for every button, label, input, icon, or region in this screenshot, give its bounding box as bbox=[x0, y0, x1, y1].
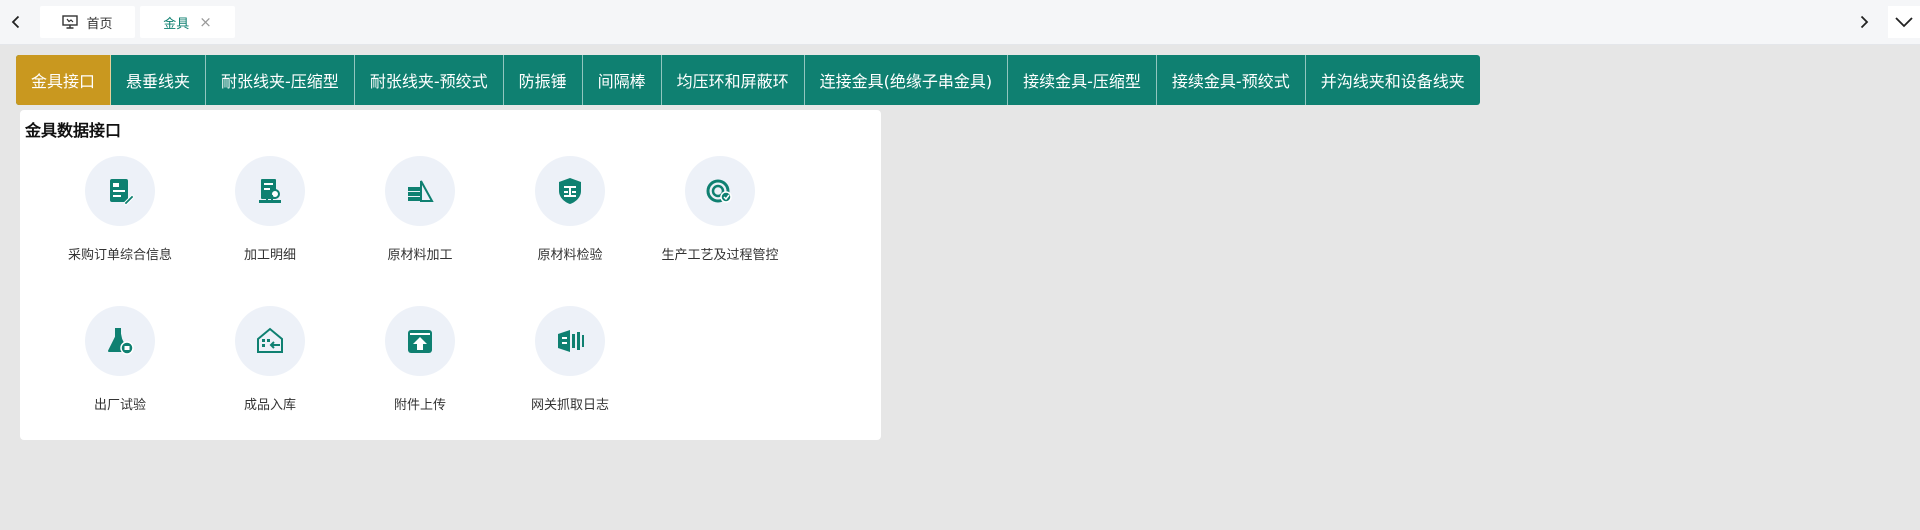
tile-process-control[interactable]: 生产工艺及过程管控 bbox=[645, 156, 795, 276]
tab-menu-button[interactable] bbox=[1888, 6, 1920, 38]
tile-icon-circle bbox=[385, 306, 455, 376]
tile-purchase-order[interactable]: 采购订单综合信息 bbox=[45, 156, 195, 276]
tile-product-warehousing[interactable]: 成品入库 bbox=[195, 306, 345, 426]
tile-label: 加工明细 bbox=[243, 248, 296, 263]
tab-splice-compression[interactable]: 接续金具-压缩型 bbox=[1008, 55, 1157, 105]
tab-jinju-interface[interactable]: 金具接口 bbox=[16, 55, 112, 105]
tile-icon-circle bbox=[235, 156, 305, 226]
tab-suspension-clamp[interactable]: 悬垂线夹 bbox=[111, 55, 207, 105]
flask-icon bbox=[108, 328, 134, 355]
tile-icon-circle bbox=[535, 306, 605, 376]
process-control-icon bbox=[706, 179, 732, 203]
close-icon[interactable]: × bbox=[199, 13, 212, 31]
monitor-icon bbox=[62, 15, 79, 29]
tab-damper[interactable]: 防振锤 bbox=[504, 55, 583, 105]
warehouse-in-icon bbox=[257, 327, 283, 353]
card-title: 金具数据接口 bbox=[25, 121, 122, 140]
tile-processing-detail[interactable]: 加工明细 bbox=[195, 156, 345, 276]
tile-raw-material-processing[interactable]: 原材料加工 bbox=[345, 156, 495, 276]
scroll-right-button[interactable] bbox=[1852, 10, 1876, 34]
chevron-down-icon bbox=[1895, 17, 1913, 28]
tile-gateway-log[interactable]: 网关抓取日志 bbox=[495, 306, 645, 426]
tab-splice-preformed[interactable]: 接续金具-预绞式 bbox=[1157, 55, 1306, 105]
tab-connection-fittings[interactable]: 连接金具(绝缘子串金具) bbox=[805, 55, 1009, 105]
tile-label: 出厂试验 bbox=[93, 398, 146, 413]
tab-tension-clamp-compression[interactable]: 耐张线夹-压缩型 bbox=[206, 55, 355, 105]
chevron-left-icon bbox=[11, 15, 20, 29]
tile-raw-material-inspection[interactable]: 原材料检验 bbox=[495, 156, 645, 276]
tab-grading-ring[interactable]: 均压环和屏蔽环 bbox=[662, 55, 805, 105]
tile-icon-circle bbox=[685, 156, 755, 226]
tile-icon-circle bbox=[235, 306, 305, 376]
processing-detail-icon bbox=[259, 179, 281, 203]
tile-label: 生产工艺及过程管控 bbox=[661, 248, 779, 263]
tile-label: 原材料加工 bbox=[387, 248, 453, 263]
tile-icon-circle bbox=[535, 156, 605, 226]
tab-jinju-label: 金具 bbox=[163, 16, 190, 32]
tile-label: 原材料检验 bbox=[537, 248, 603, 263]
chevron-right-icon bbox=[1860, 15, 1869, 29]
category-tabs: 金具接口 悬垂线夹 耐张线夹-压缩型 耐张线夹-预绞式 防振锤 间隔棒 均压环和… bbox=[16, 55, 1480, 105]
tab-home[interactable]: 首页 bbox=[40, 6, 135, 38]
tile-icon-circle bbox=[85, 156, 155, 226]
tile-label: 网关抓取日志 bbox=[530, 398, 609, 413]
top-tab-bar: 首页 金具 × bbox=[0, 0, 1920, 45]
data-interface-card: 金具数据接口 采购订单综合信息 加工明细 原材料加工 原材料检验 生产工艺及过程… bbox=[20, 110, 881, 440]
tile-icon-circle bbox=[385, 156, 455, 226]
tile-icon-circle bbox=[85, 306, 155, 376]
tab-parallel-groove-clamp[interactable]: 并沟线夹和设备线夹 bbox=[1306, 55, 1480, 105]
gateway-log-icon bbox=[558, 330, 584, 352]
tab-spacer[interactable]: 间隔棒 bbox=[583, 55, 662, 105]
tab-home-label: 首页 bbox=[86, 16, 113, 32]
purchase-order-icon bbox=[110, 179, 135, 206]
upload-box-icon bbox=[408, 330, 432, 353]
raw-material-processing-icon bbox=[408, 180, 434, 202]
scroll-left-button[interactable] bbox=[4, 10, 28, 34]
tile-label: 成品入库 bbox=[243, 398, 296, 413]
tile-attachment-upload[interactable]: 附件上传 bbox=[345, 306, 495, 426]
tab-jinju[interactable]: 金具 × bbox=[140, 6, 235, 38]
tile-label: 采购订单综合信息 bbox=[67, 248, 172, 263]
tile-label: 附件上传 bbox=[393, 398, 446, 413]
tab-tension-clamp-preformed[interactable]: 耐张线夹-预绞式 bbox=[355, 55, 504, 105]
inspection-shield-icon bbox=[559, 178, 581, 204]
tile-factory-test[interactable]: 出厂试验 bbox=[45, 306, 195, 426]
